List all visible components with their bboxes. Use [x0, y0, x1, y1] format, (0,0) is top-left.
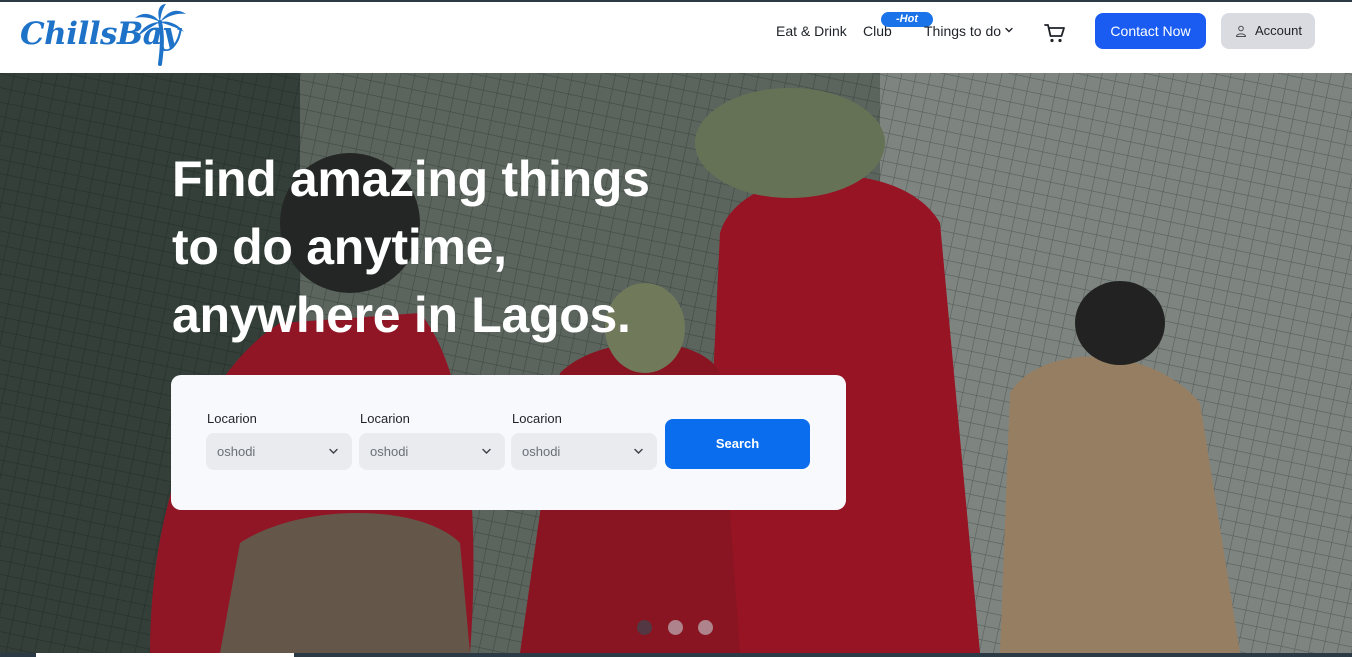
account-label: Account [1255, 23, 1302, 38]
nav-eat-drink[interactable]: Eat & Drink [776, 23, 847, 39]
carousel-dot-2[interactable] [668, 620, 683, 635]
palm-tree-icon [135, 4, 186, 66]
headline-line-2: to do anytime, [172, 219, 507, 275]
location-value-2: oshodi [370, 444, 409, 459]
nav-things-to-do[interactable]: Things to do [924, 23, 1001, 39]
chevron-down-icon [634, 448, 643, 454]
location-select-2[interactable]: oshodi [359, 433, 505, 470]
carousel-dots [637, 620, 717, 636]
hero-section: Find amazing things to do anytime, anywh… [0, 73, 1352, 653]
chevron-down-icon [329, 448, 338, 454]
location-label-2: Locarion [360, 411, 410, 426]
location-label-1: Locarion [207, 411, 257, 426]
scroll-progress [36, 653, 294, 657]
location-label-3: Locarion [512, 411, 562, 426]
user-icon [1235, 25, 1247, 37]
cart-icon[interactable] [1043, 21, 1067, 45]
chevron-down-icon [482, 448, 491, 454]
location-value-3: oshodi [522, 444, 561, 459]
headline-line-3: anywhere in Lagos. [172, 287, 631, 343]
hero-headline: Find amazing things to do anytime, anywh… [172, 145, 792, 349]
location-select-1[interactable]: oshodi [206, 433, 352, 470]
chevron-down-icon[interactable] [1005, 26, 1013, 34]
search-button[interactable]: Search [665, 419, 810, 469]
carousel-dot-3[interactable] [698, 620, 713, 635]
search-card: Locarion oshodi Locarion oshodi Locarion… [171, 375, 846, 510]
account-button[interactable]: Account [1221, 13, 1315, 49]
site-header: ChillsBay Eat & Drink Club -Hot Things t… [0, 2, 1352, 73]
headline-line-1: Find amazing things [172, 151, 650, 207]
location-value-1: oshodi [217, 444, 256, 459]
location-select-3[interactable]: oshodi [511, 433, 657, 470]
contact-now-button[interactable]: Contact Now [1095, 13, 1206, 49]
carousel-dot-1[interactable] [637, 620, 652, 635]
logo[interactable]: ChillsBay [20, 4, 186, 68]
